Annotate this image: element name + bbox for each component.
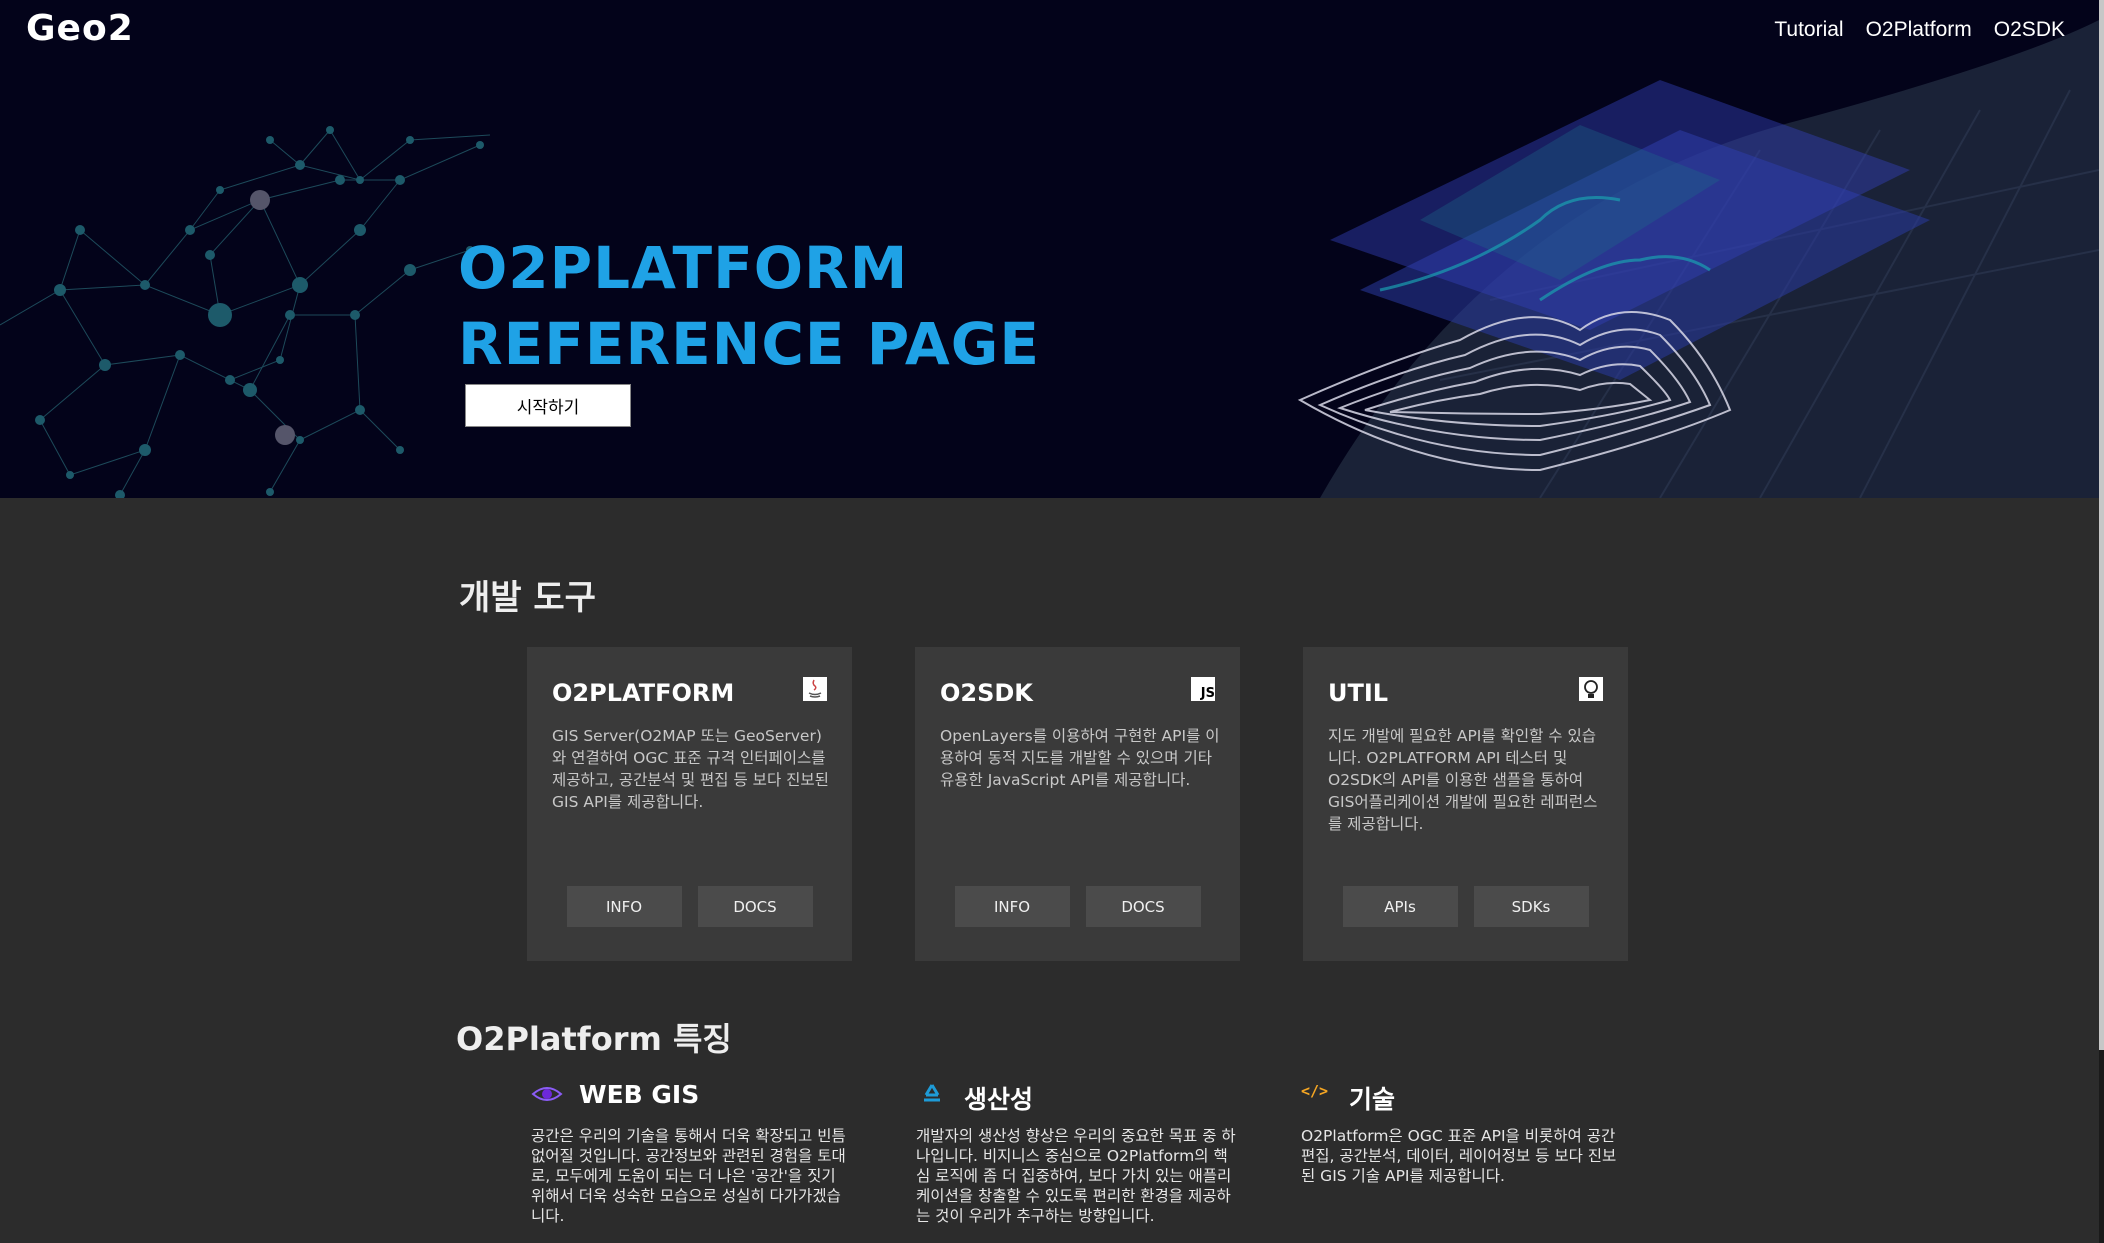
card-o2sdk: O2SDK JS OpenLayers를 이용하여 구현한 API를 이용하여 … (915, 647, 1240, 961)
info-button[interactable]: INFO (566, 886, 682, 927)
hero-banner: Geo2 Tutorial O2Platform O2SDK O2PLATFOR… (0, 0, 2099, 498)
card-title: O2SDK (940, 679, 1033, 707)
nav-tutorial[interactable]: Tutorial (1774, 18, 1843, 42)
top-nav: Tutorial O2Platform O2SDK (1774, 18, 2065, 42)
feature-title: WEB GIS (579, 1080, 700, 1109)
logo-text: Geo2 (26, 8, 134, 49)
card-title: UTIL (1328, 679, 1389, 707)
map-layers-illustration (1297, 20, 2099, 498)
hero-title-line1: O2PLATFORM (458, 234, 909, 302)
recycle-icon (924, 1084, 940, 1102)
js-icon: JS (1191, 677, 1215, 701)
nav-o2sdk[interactable]: O2SDK (1994, 18, 2065, 42)
features-title: O2Platform 특징 (456, 1020, 732, 1058)
eye-icon (531, 1087, 563, 1101)
start-button[interactable]: 시작하기 (465, 384, 631, 427)
page-scrollbar[interactable] (2099, 0, 2104, 1243)
card-actions: APIs SDKs (1303, 886, 1628, 927)
nav-o2platform[interactable]: O2Platform (1866, 18, 1972, 42)
feature-description: O2Platform은 OGC 표준 API을 비롯하여 공간편집, 공간분석,… (1301, 1127, 1617, 1185)
card-description: OpenLayers를 이용하여 구현한 API를 이용하여 동적 지도를 개발… (940, 727, 1220, 789)
card-title: O2PLATFORM (552, 679, 735, 707)
sdks-button[interactable]: SDKs (1473, 886, 1589, 927)
card-description: GIS Server(O2MAP 또는 GeoServer)와 연결하여 OGC… (552, 727, 829, 811)
docs-button[interactable]: DOCS (697, 886, 813, 927)
card-actions: INFO DOCS (915, 886, 1240, 927)
card-actions: INFO DOCS (527, 886, 852, 927)
hero-title: O2PLATFORM REFERENCE PAGE (458, 230, 1040, 382)
apis-button[interactable]: APIs (1342, 886, 1458, 927)
card-util: UTIL 지도 개발에 필요한 API를 확인할 수 있습니다. O2PLATF… (1303, 647, 1628, 961)
feature-title: 생산성 (964, 1085, 1034, 1114)
feature-description: 개발자의 생산성 향상은 우리의 중요한 목표 중 하나입니다. 비지니스 중심… (916, 1127, 1236, 1225)
feature-description: 공간은 우리의 기술을 통해서 더욱 확장되고 빈틈없어질 것입니다. 공간정보… (531, 1127, 846, 1225)
card-description: 지도 개발에 필요한 API를 확인할 수 있습니다. O2PLATFORM A… (1328, 727, 1598, 833)
card-o2platform: O2PLATFORM GIS Server(O2MAP 또는 GeoServer… (527, 647, 852, 961)
hero-title-line2: REFERENCE PAGE (458, 310, 1041, 378)
dev-tools-title: 개발 도구 (459, 578, 596, 618)
code-icon: </> (1301, 1082, 1329, 1100)
info-button[interactable]: INFO (954, 886, 1070, 927)
docs-button[interactable]: DOCS (1085, 886, 1201, 927)
scrollbar-thumb[interactable] (2099, 0, 2104, 1050)
feature-title: 기술 (1349, 1085, 1396, 1114)
geo2-logo[interactable]: Geo2 (26, 8, 134, 49)
lightbulb-icon (1579, 677, 1603, 701)
java-icon (803, 677, 827, 701)
